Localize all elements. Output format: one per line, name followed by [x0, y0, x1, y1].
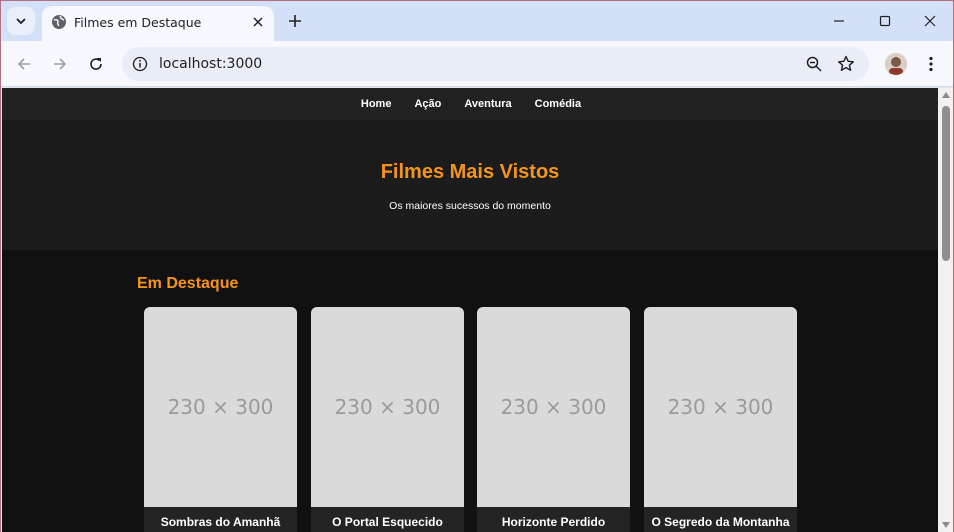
forward-icon	[54, 58, 67, 70]
movie-title: O Portal Esquecido	[332, 515, 443, 529]
window-close-icon	[924, 15, 936, 27]
nav-item-comedia[interactable]: Comédia	[535, 98, 581, 110]
browser-tab[interactable]: Filmes em Destaque	[42, 6, 274, 41]
zoom-icon[interactable]	[805, 55, 823, 73]
scrollbar-thumb[interactable]	[942, 106, 950, 261]
globe-icon	[52, 15, 66, 29]
minimize-icon	[834, 20, 844, 22]
address-bar[interactable]: localhost:3000	[122, 47, 869, 81]
page-scrollbar[interactable]	[938, 88, 953, 532]
nav-item-acao[interactable]: Ação	[414, 98, 441, 110]
movie-card[interactable]: 230 × 300 Sombras do Amanhã	[144, 307, 297, 532]
scroll-down-arrow-icon[interactable]	[942, 522, 950, 528]
movie-card[interactable]: 230 × 300 O Segredo da Montanha	[644, 307, 797, 532]
featured-heading: Em Destaque	[137, 275, 239, 292]
page-viewport: Home Ação Aventura Comédia Filmes Mais V…	[2, 88, 938, 532]
nav-item-home[interactable]: Home	[361, 98, 392, 110]
url-text[interactable]: localhost:3000	[159, 56, 262, 72]
avatar[interactable]	[885, 53, 907, 75]
star-icon[interactable]	[836, 54, 856, 74]
window-close-button[interactable]	[918, 9, 942, 33]
tab-title: Filmes em Destaque	[74, 15, 202, 30]
maximize-icon	[879, 15, 891, 27]
chevron-down-icon	[16, 18, 26, 25]
movie-card[interactable]: 230 × 300 O Portal Esquecido	[311, 307, 464, 532]
info-icon[interactable]	[132, 56, 148, 72]
hero-subtitle: Os maiores sucessos do momento	[389, 200, 551, 212]
close-icon	[253, 17, 263, 27]
movie-poster[interactable]: 230 × 300	[477, 307, 630, 507]
movie-title: O Segredo da Montanha	[651, 515, 790, 529]
forward-button[interactable]	[48, 52, 72, 76]
movie-poster[interactable]: 230 × 300	[644, 307, 797, 507]
movie-title: Sombras do Amanhã	[160, 515, 281, 529]
hero-banner: Filmes Mais Vistos Os maiores sucessos d…	[2, 120, 938, 250]
plus-icon	[289, 15, 301, 27]
reload-button[interactable]	[84, 52, 108, 76]
site-nav: Home Ação Aventura Comédia	[2, 88, 938, 120]
minimize-button[interactable]	[827, 9, 851, 33]
movie-card[interactable]: 230 × 300 Horizonte Perdido	[477, 307, 630, 532]
hero-title: Filmes Mais Vistos	[380, 161, 560, 183]
profile-photo-icon	[885, 53, 907, 75]
maximize-button[interactable]	[873, 9, 897, 33]
tab-strip: Filmes em Destaque	[1, 1, 953, 41]
back-icon	[17, 58, 30, 70]
back-button[interactable]	[12, 52, 36, 76]
movie-poster[interactable]: 230 × 300	[311, 307, 464, 507]
new-tab-button[interactable]	[284, 10, 306, 32]
tab-search-button[interactable]	[7, 7, 35, 35]
browser-window: Filmes em Destaque localhost:3000 Home A…	[0, 0, 954, 532]
reload-icon	[90, 58, 102, 70]
close-tab-button[interactable]	[248, 12, 268, 32]
nav-item-aventura[interactable]: Aventura	[464, 98, 511, 110]
movie-poster[interactable]: 230 × 300	[144, 307, 297, 507]
kebab-menu-icon	[929, 56, 933, 72]
browser-toolbar: localhost:3000	[1, 41, 953, 87]
movie-title: Horizonte Perdido	[501, 515, 606, 529]
browser-menu-button[interactable]	[921, 53, 941, 75]
scroll-up-arrow-icon[interactable]	[942, 92, 950, 98]
